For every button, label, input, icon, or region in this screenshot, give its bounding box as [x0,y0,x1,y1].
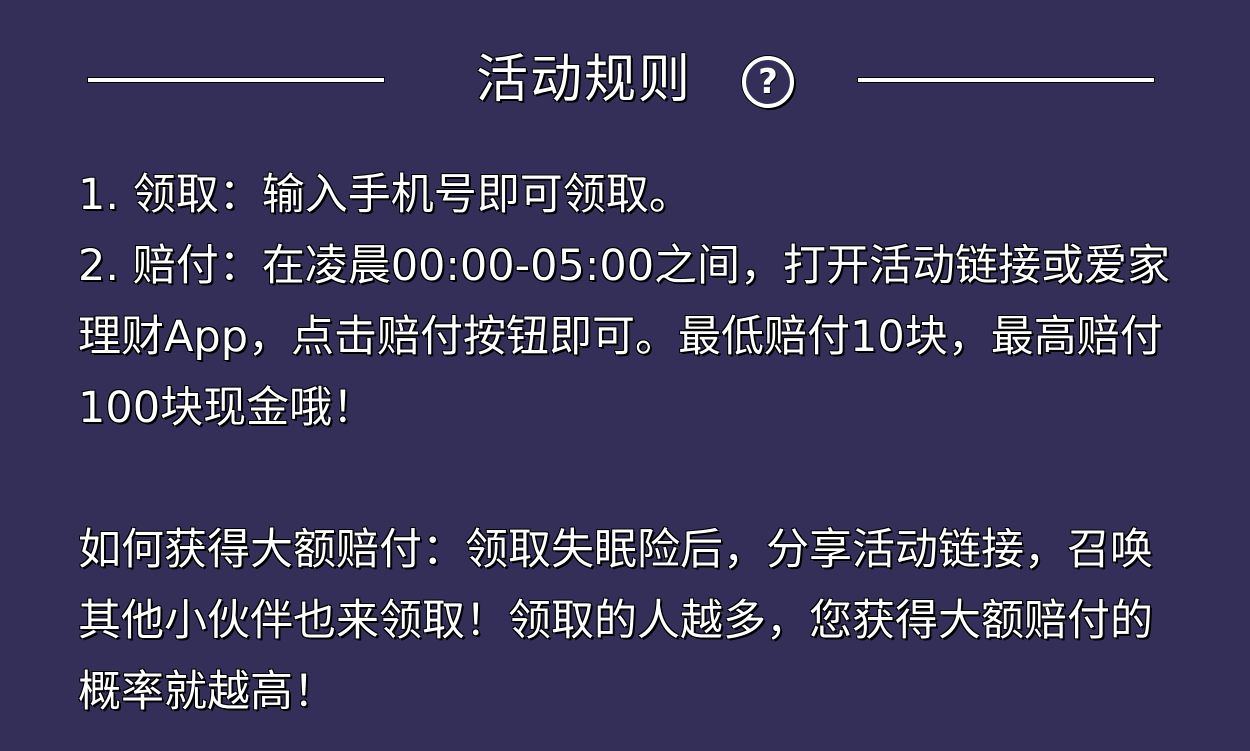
help-glyph: ? [758,62,778,102]
page-title: 活动规则 [476,50,693,110]
right-divider [858,78,1154,82]
left-divider [88,78,384,82]
rules-header: 活动规则 ? [0,40,1250,120]
question-circle-icon[interactable]: ? [742,56,794,108]
big-payout-tip: 如何获得大额赔付：领取失眠险后，分享活动链接，召唤其他小伙伴也来领取！领取的人越… [78,525,1153,717]
rule-item-payout: 2. 赔付：在凌晨00:00-05:00之间，打开活动链接或爱家理财App，点击… [78,241,1171,433]
rule-item-claim: 1. 领取：输入手机号即可领取。 [78,170,692,220]
rules-content: 1. 领取：输入手机号即可领取。 2. 赔付：在凌晨00:00-05:00之间，… [78,160,1178,728]
